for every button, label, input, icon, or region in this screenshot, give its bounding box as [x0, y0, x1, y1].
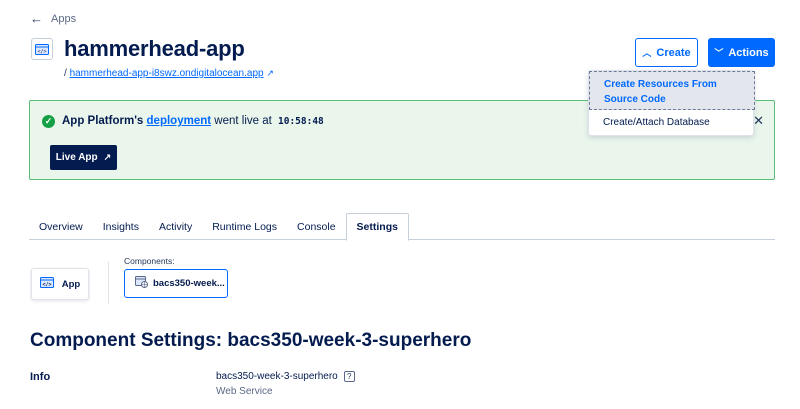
create-dropdown-menu: Create Resources From Source Code Create…	[588, 70, 755, 136]
deployment-link[interactable]: deployment	[147, 115, 212, 127]
component-type: Web Service	[216, 386, 273, 397]
web-service-icon	[135, 276, 148, 291]
menu-item-line2: Source Code	[604, 94, 666, 105]
svg-text:</>: </>	[37, 49, 46, 55]
app-component-card[interactable]: </> App	[31, 268, 89, 300]
external-link-icon: ↗	[103, 152, 112, 162]
divider	[108, 262, 109, 304]
live-app-label: Live App	[55, 152, 98, 163]
create-label: Create	[656, 46, 691, 59]
back-label: Apps	[51, 12, 77, 25]
components-label: Components:	[124, 256, 175, 266]
chevron-down-icon: ﹀	[714, 48, 724, 58]
app-url: / hammerhead-app-i8swz.ondigitalocean.ap…	[64, 68, 274, 79]
actions-label: Actions	[728, 46, 769, 59]
live-app-button[interactable]: Live App ↗	[50, 145, 117, 170]
svg-text:</>: </>	[42, 282, 51, 288]
page-title: hammerhead-app	[64, 36, 245, 61]
tab-insights[interactable]: Insights	[93, 213, 149, 240]
component-card-label: bacs350-week...	[153, 278, 225, 289]
app-browser-icon: </>	[39, 277, 54, 291]
app-card-label: App	[61, 278, 81, 290]
tab-activity[interactable]: Activity	[149, 213, 202, 240]
chevron-up-icon: ︿	[642, 48, 652, 58]
actions-button[interactable]: ﹀ Actions	[708, 38, 775, 67]
app-url-link[interactable]: hammerhead-app-i8swz.ondigitalocean.app	[70, 68, 264, 79]
app-browser-icon: </>	[31, 38, 53, 60]
component-settings-title: Component Settings: bacs350-week-3-super…	[30, 330, 472, 351]
info-label: Info	[30, 371, 51, 383]
component-name-text: bacs350-week-3-superhero	[216, 371, 338, 382]
create-button[interactable]: ︿ Create	[635, 38, 698, 67]
help-icon[interactable]: ?	[343, 371, 355, 382]
component-card-selected[interactable]: bacs350-week...	[124, 269, 228, 298]
external-link-icon: ↗	[266, 68, 274, 78]
back-to-apps-link[interactable]: ← Apps	[30, 11, 76, 26]
menu-item-attach-database[interactable]: Create/Attach Database	[589, 115, 755, 135]
tab-runtime-logs[interactable]: Runtime Logs	[202, 213, 287, 240]
menu-item-create-from-source[interactable]: Create Resources From Source Code	[589, 71, 755, 110]
tab-overview[interactable]: Overview	[29, 213, 93, 240]
component-name: bacs350-week-3-superhero ?	[216, 371, 355, 382]
tab-console[interactable]: Console	[287, 213, 346, 240]
arrow-left-icon: ←	[30, 11, 43, 26]
tab-settings[interactable]: Settings	[345, 213, 409, 241]
banner-message: App Platform's deployment went live at 1…	[62, 115, 324, 127]
banner-suffix: went live at	[214, 115, 272, 127]
banner-prefix: App Platform's	[62, 115, 144, 127]
check-circle-icon: ✓	[42, 115, 55, 128]
deploy-time: 10:58:48	[278, 116, 324, 127]
app-tabs: Overview Insights Activity Runtime Logs …	[29, 213, 775, 241]
url-prefix: /	[64, 68, 67, 79]
menu-item-line1: Create Resources From	[604, 79, 717, 90]
